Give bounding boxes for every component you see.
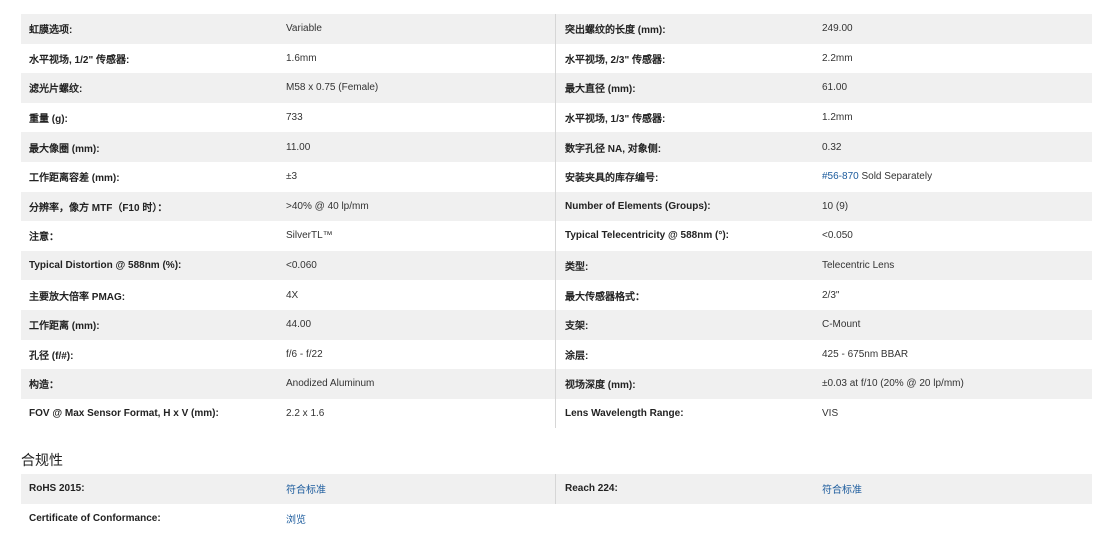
reach-label: Reach 224:: [565, 483, 618, 495]
spec-value: 425 - 675nm BBAR: [822, 348, 909, 360]
spec-value: 4X: [286, 289, 299, 301]
spec-label: 注意：: [29, 232, 59, 244]
spec-value: 0.32: [822, 141, 842, 153]
spec-value: 249.00: [822, 23, 853, 35]
spec-value: 2/3": [822, 289, 840, 301]
spec-label: FOV @ Max Sensor Format, H x V (mm):: [29, 408, 219, 420]
stock-number-link[interactable]: #56-870: [822, 171, 859, 182]
spec-label: 数字孔径 NA, 对象侧:: [565, 143, 662, 155]
table-row: 重量 (g): 733 水平视场, 1/3" 传感器: 1.2mm: [21, 102, 1092, 133]
spec-value: 1.2mm: [822, 112, 853, 124]
table-row: RoHS 2015: 符合标准 Reach 224: 符合标准: [21, 474, 1092, 504]
spec-label: 突出螺纹的长度 (mm):: [565, 25, 666, 37]
spec-label: 支架:: [565, 321, 589, 333]
spec-label: 涂层:: [565, 350, 589, 362]
spec-value: Telecentric Lens: [822, 260, 895, 272]
table-row: Certificate of Conformance: 浏览: [21, 503, 1092, 534]
table-row: 构造： Anodized Aluminum 视场深度 (mm): ±0.03 at f…: [21, 369, 1092, 399]
spec-label: 分辨率，像方 MTF（F10 时）：: [29, 202, 168, 214]
compliance-table: RoHS 2015: 符合标准 Reach 224: 符合标准 Certific…: [21, 474, 1092, 534]
table-row: 孔径 (f/#): f/6 - f/22 涂层: 425 - 675nm BBAR: [21, 339, 1092, 370]
table-row: 分辨率，像方 MTF（F10 时）： >40% @ 40 lp/mm Number …: [21, 191, 1092, 222]
spec-label: 最大传感器格式：: [565, 291, 645, 303]
spec-label: 构造：: [29, 380, 59, 392]
spec-value: 10 (9): [822, 200, 849, 212]
spec-value: 733: [286, 112, 303, 124]
spec-value: <0.050: [822, 230, 853, 242]
spec-label: 虹膜选项:: [29, 25, 73, 37]
spec-value: 11.00: [286, 141, 311, 153]
table-row: 滤光片螺纹: M58 x 0.75 (Female) 最大直径 (mm): 61.00: [21, 73, 1092, 103]
spec-value: 2.2mm: [822, 52, 853, 64]
spec-value: 61.00: [822, 82, 848, 94]
compliance-section-title: 合规性: [21, 452, 63, 468]
reach-compliance-link[interactable]: 符合标准: [822, 481, 862, 496]
spec-value: SilverTL™: [286, 230, 333, 242]
table-row: 虹膜选项: Variable 突出螺纹的长度 (mm): 249.00: [21, 14, 1092, 44]
sold-separately-text: Sold Separately: [858, 171, 933, 183]
table-row: Typical Distortion @ 588nm (%): <0.060 类型:…: [21, 250, 1092, 281]
spec-label: 滤光片螺纹:: [29, 84, 83, 96]
spec-value: Variable: [286, 23, 322, 35]
spec-value: #56-870 Sold Separately: [822, 171, 932, 182]
spec-label: 水平视场, 2/3" 传感器:: [565, 54, 666, 66]
table-row: 主要放大倍率 PMAG: 4X 最大传感器格式： 2/3": [21, 280, 1092, 310]
spec-label: 最大直径 (mm):: [565, 84, 636, 96]
spec-value: ±3: [286, 171, 298, 183]
table-row: 工作距离容差 (mm): ±3 安装夹具的库存编号: #56-870 Sold Sep…: [21, 161, 1092, 192]
spec-label: 最大像圈 (mm):: [29, 143, 100, 155]
spec-value: C-Mount: [822, 319, 861, 331]
spec-value: ±0.03 at f/10 (20% @ 20 lp/mm): [822, 378, 964, 390]
spec-value: >40% @ 40 lp/mm: [286, 200, 369, 212]
spec-label: 水平视场, 1/3" 传感器:: [565, 114, 666, 126]
spec-label: 孔径 (f/#):: [29, 350, 74, 362]
spec-label: Typical Telecentricity @ 588nm (°):: [565, 230, 729, 242]
rohs-compliance-link[interactable]: 符合标准: [286, 481, 326, 496]
spec-label: 水平视场, 1/2" 传感器:: [29, 54, 130, 66]
spec-label: Typical Distortion @ 588nm (%):: [29, 260, 182, 272]
spec-value: <0.060: [286, 260, 317, 272]
spec-value: 44.00: [286, 319, 312, 331]
spec-label: 类型:: [565, 262, 589, 274]
spec-label: Lens Wavelength Range:: [565, 408, 684, 420]
spec-value: 1.6mm: [286, 52, 317, 64]
spec-value: VIS: [822, 408, 839, 420]
specifications-table: 虹膜选项: Variable 突出螺纹的长度 (mm): 249.00 水平视场, 1/…: [21, 14, 1092, 429]
spec-label: 安装夹具的库存编号:: [565, 173, 659, 185]
spec-value: f/6 - f/22: [286, 348, 323, 360]
spec-label: 工作距离容差 (mm):: [29, 173, 120, 185]
spec-value: 2.2 x 1.6: [286, 408, 325, 420]
spec-label: 主要放大倍率 PMAG:: [29, 291, 126, 303]
table-row: FOV @ Max Sensor Format, H x V (mm): 2.2 …: [21, 398, 1092, 429]
rohs-label: RoHS 2015:: [29, 483, 85, 495]
table-row: 注意： SilverTL™ Typical Telecentricity @ 588…: [21, 221, 1092, 251]
spec-label: 视场深度 (mm):: [565, 380, 636, 392]
table-row: 最大像圈 (mm): 11.00 数字孔径 NA, 对象侧: 0.32: [21, 132, 1092, 162]
certificate-view-link[interactable]: 浏览: [286, 511, 306, 526]
spec-value: M58 x 0.75 (Female): [286, 82, 379, 94]
table-row: 工作距离 (mm): 44.00 支架: C-Mount: [21, 309, 1092, 340]
spec-label: 重量 (g):: [29, 114, 68, 126]
spec-label: Number of Elements (Groups):: [565, 200, 711, 212]
certificate-label: Certificate of Conformance:: [29, 512, 161, 524]
spec-label: 工作距离 (mm):: [29, 321, 100, 333]
spec-value: Anodized Aluminum: [286, 378, 375, 390]
table-row: 水平视场, 1/2" 传感器: 1.6mm 水平视场, 2/3" 传感器: 2.2mm: [21, 43, 1092, 74]
